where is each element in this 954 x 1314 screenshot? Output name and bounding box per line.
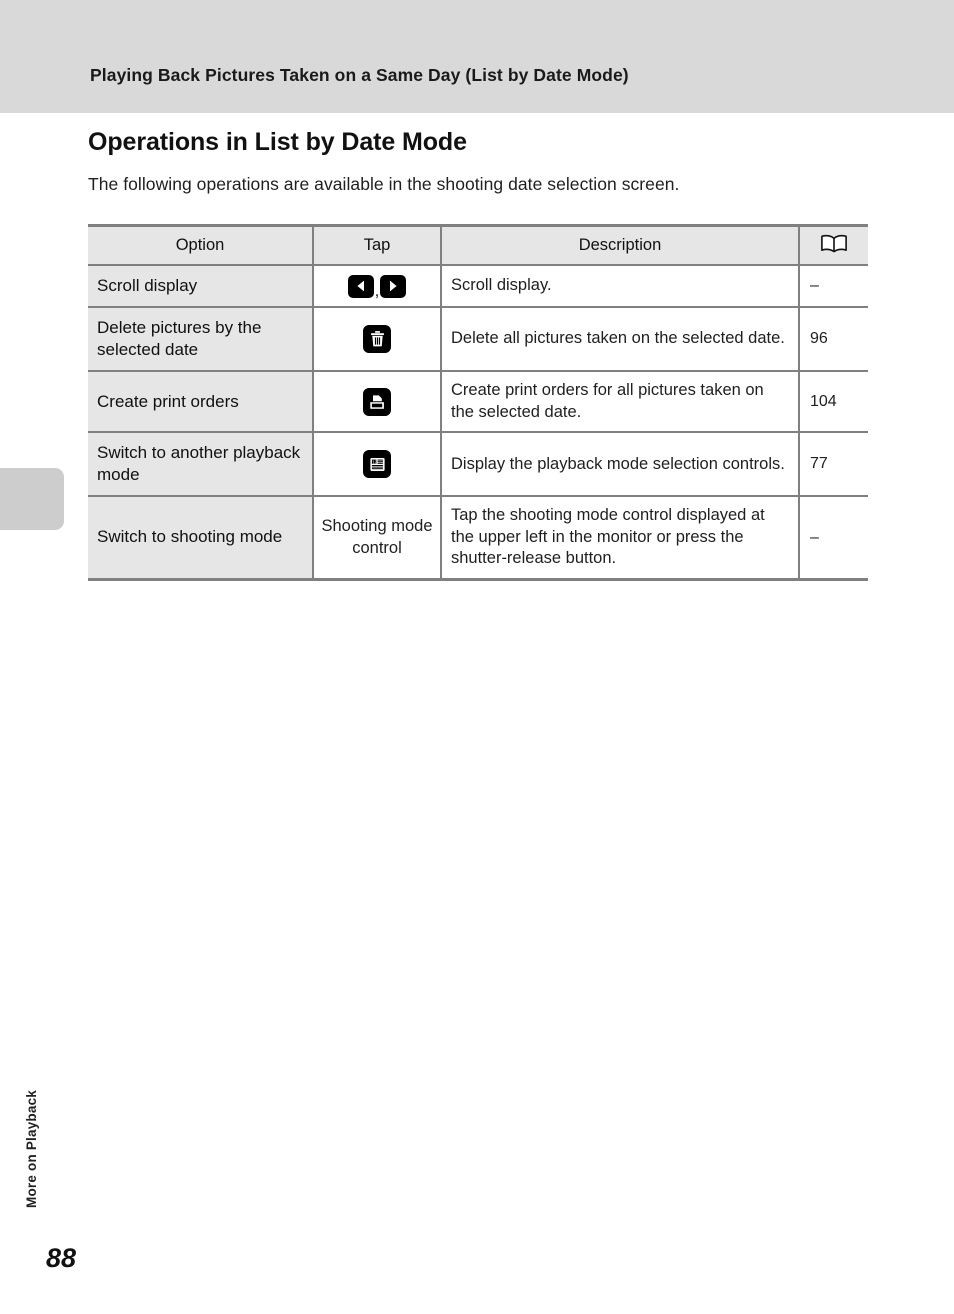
table-row: Scroll display , Scroll display. – xyxy=(88,265,868,309)
page-content: Operations in List by Date Mode The foll… xyxy=(88,113,878,581)
chapter-thumb-tab xyxy=(0,468,64,530)
row-option-label: Switch to another playback mode xyxy=(88,432,314,498)
table-header-row: Option Tap Description xyxy=(88,225,868,266)
row-option-label: Scroll display xyxy=(88,265,314,309)
row-description: Create print orders for all pictures tak… xyxy=(441,371,800,434)
list-by-date-icon[interactable]: 12 xyxy=(363,450,391,479)
row-description: Delete all pictures taken on the selecte… xyxy=(441,307,800,373)
column-header-reference xyxy=(799,225,868,266)
left-arrow-icon[interactable] xyxy=(347,274,374,298)
intro-paragraph: The following operations are available i… xyxy=(88,174,680,194)
column-header-description: Description xyxy=(441,225,800,266)
row-option-label: Switch to shooting mode xyxy=(88,496,314,580)
chapter-label: More on Playback xyxy=(24,1090,39,1208)
row-reference: – xyxy=(799,265,868,309)
row-tap-cell: , xyxy=(313,265,442,309)
tap-icon-separator: , xyxy=(374,281,380,301)
row-option-label: Create print orders xyxy=(88,371,314,434)
running-header-band xyxy=(0,0,954,113)
column-header-option: Option xyxy=(88,225,314,266)
row-description: Scroll display. xyxy=(441,265,800,309)
table-row: Switch to another playback mode 12 Displ… xyxy=(88,432,868,498)
row-reference: 104 xyxy=(799,371,868,434)
svg-text:12: 12 xyxy=(372,459,377,464)
operations-table: Option Tap Description Scroll display , … xyxy=(88,224,868,581)
table-row: Delete pictures by the selected date Del… xyxy=(88,307,868,373)
table-body: Scroll display , Scroll display. – Delet… xyxy=(88,265,868,580)
row-tap-cell: 12 xyxy=(313,432,442,498)
row-reference: 96 xyxy=(799,307,868,373)
trash-icon[interactable] xyxy=(363,325,391,354)
table-row: Switch to shooting mode Shooting mode co… xyxy=(88,496,868,580)
row-reference: 77 xyxy=(799,432,868,498)
row-description: Tap the shooting mode control displayed … xyxy=(441,496,800,580)
page-number: 88 xyxy=(46,1243,77,1273)
row-tap-text: Shooting mode control xyxy=(313,496,442,580)
row-reference: – xyxy=(799,496,868,580)
row-description: Display the playback mode selection cont… xyxy=(441,432,800,498)
section-title: Operations in List by Date Mode xyxy=(88,128,467,156)
print-order-icon[interactable] xyxy=(363,387,391,416)
table-head: Option Tap Description xyxy=(88,225,868,266)
running-header-title: Playing Back Pictures Taken on a Same Da… xyxy=(90,65,629,85)
open-book-icon xyxy=(821,234,847,258)
row-option-label: Delete pictures by the selected date xyxy=(88,307,314,373)
table-row: Create print orders Create print orders … xyxy=(88,371,868,434)
row-tap-cell xyxy=(313,307,442,373)
column-header-tap: Tap xyxy=(313,225,442,266)
row-tap-cell xyxy=(313,371,442,434)
right-arrow-icon[interactable] xyxy=(380,274,407,298)
